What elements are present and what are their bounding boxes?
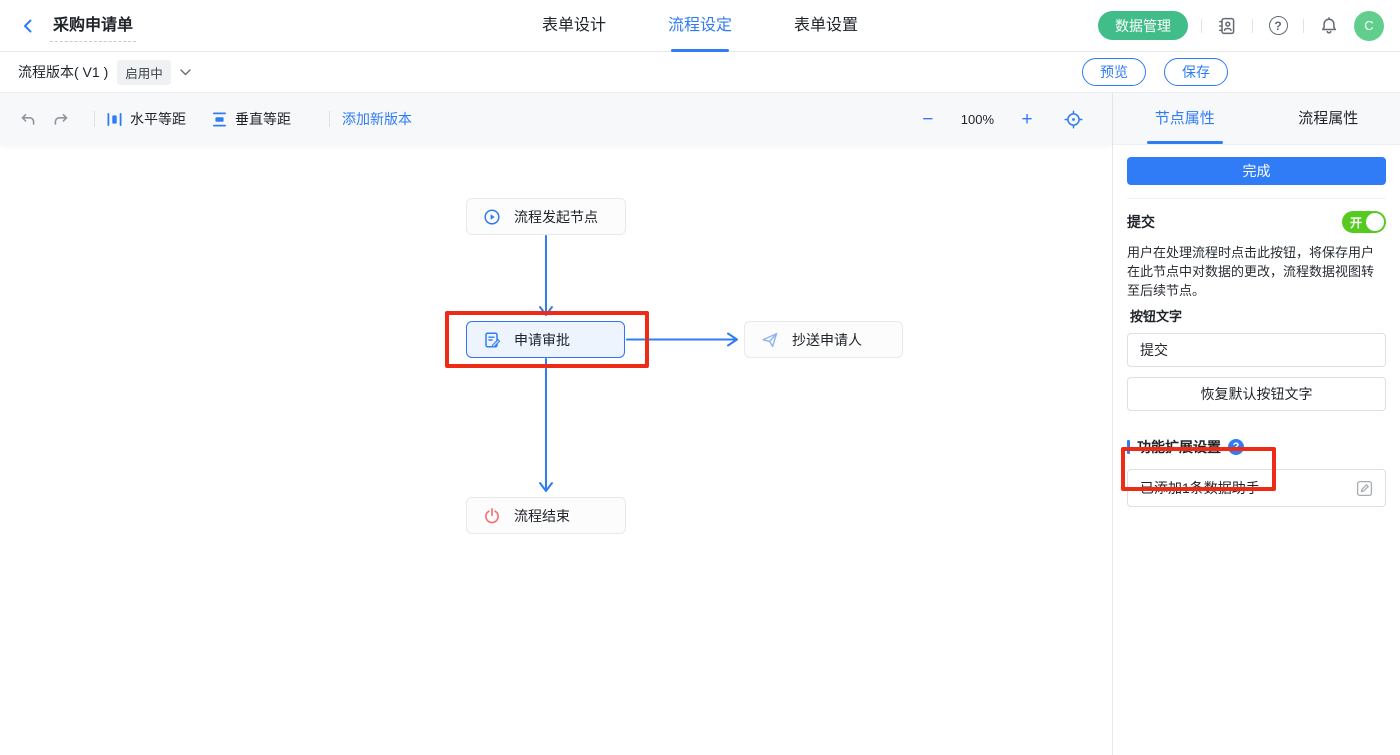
submit-title: 提交 — [1127, 212, 1155, 232]
play-circle-icon — [483, 208, 501, 226]
version-label: 流程版本( V1 ) — [18, 62, 108, 82]
properties-panel: 节点属性 流程属性 完成 提交 开 用户在处理流程时点击此按钮，将保存用户在此节… — [1113, 93, 1400, 755]
page-title[interactable]: 采购申请单 — [50, 9, 136, 42]
top-bar-right: 数据管理 ? C — [1098, 11, 1400, 41]
chevron-left-icon — [20, 18, 36, 34]
horizontal-spacing-button[interactable]: 水平等距 — [107, 109, 186, 129]
canvas-toolbar: 水平等距 垂直等距 添加新版本 − 100% + — [0, 93, 1112, 145]
add-new-version-link[interactable]: 添加新版本 — [342, 109, 412, 129]
data-assistant-text: 已添加1条数据助手 — [1140, 478, 1260, 498]
section-accent-bar — [1127, 440, 1130, 454]
node-label: 流程结束 — [514, 506, 570, 526]
avatar[interactable]: C — [1354, 11, 1384, 41]
zoom-out-button[interactable]: − — [919, 110, 937, 129]
version-bar-actions: 预览 保存 — [1082, 58, 1400, 86]
restore-default-text-button[interactable]: 恢复默认按钮文字 — [1127, 377, 1386, 411]
address-book-icon[interactable] — [1215, 14, 1239, 38]
flow-canvas[interactable]: 流程发起节点 申请审批 抄送申请人 — [0, 145, 1112, 755]
save-button[interactable]: 保存 — [1164, 58, 1228, 86]
node-label: 流程发起节点 — [514, 207, 598, 227]
tab-node-properties[interactable]: 节点属性 — [1113, 93, 1257, 144]
node-cc-applicant[interactable]: 抄送申请人 — [744, 321, 903, 358]
node-flow-end[interactable]: 流程结束 — [466, 497, 626, 534]
submit-toggle[interactable]: 开 — [1342, 211, 1386, 233]
extension-section-title: 功能扩展设置 — [1137, 437, 1221, 457]
flow-connectors — [0, 145, 1113, 755]
divider — [1303, 19, 1304, 33]
data-assistant-row[interactable]: 已添加1条数据助手 — [1127, 469, 1386, 507]
main-tabs: 表单设计 流程设定 表单设置 — [542, 0, 858, 52]
vertical-spacing-button[interactable]: 垂直等距 — [212, 109, 291, 129]
button-text-label: 按钮文字 — [1127, 306, 1386, 325]
paper-plane-icon — [761, 331, 779, 349]
extension-section-header: 功能扩展设置 ? — [1127, 437, 1386, 457]
vertical-spacing-label: 垂直等距 — [235, 109, 291, 129]
tab-form-design[interactable]: 表单设计 — [542, 0, 606, 52]
help-icon[interactable]: ? — [1266, 14, 1290, 38]
top-bar-left: 采购申请单 — [0, 9, 136, 42]
undo-button[interactable] — [14, 106, 40, 132]
done-button[interactable]: 完成 — [1127, 157, 1386, 185]
node-flow-start[interactable]: 流程发起节点 — [466, 198, 626, 235]
chevron-down-icon[interactable] — [180, 69, 191, 76]
node-approval[interactable]: 申请审批 — [466, 321, 625, 358]
power-icon — [483, 507, 501, 525]
panel-tabs: 节点属性 流程属性 — [1113, 93, 1400, 145]
zoom-controls: − 100% + — [919, 106, 1098, 132]
divider — [94, 111, 95, 127]
zoom-level: 100% — [961, 112, 994, 127]
button-text-input[interactable] — [1127, 333, 1386, 367]
tab-flow-properties[interactable]: 流程属性 — [1257, 93, 1400, 144]
horizontal-spacing-label: 水平等距 — [130, 109, 186, 129]
bell-icon[interactable] — [1317, 14, 1341, 38]
flow-canvas-area: 水平等距 垂直等距 添加新版本 − 100% + — [0, 93, 1113, 755]
extension-help-icon[interactable]: ? — [1228, 439, 1244, 455]
tab-flow-setting[interactable]: 流程设定 — [668, 0, 732, 52]
node-label: 申请审批 — [514, 330, 570, 350]
node-label: 抄送申请人 — [792, 330, 862, 350]
horizontal-spacing-icon — [107, 112, 122, 127]
top-bar: 采购申请单 表单设计 流程设定 表单设置 数据管理 ? — [0, 0, 1400, 52]
submit-description: 用户在处理流程时点击此按钮，将保存用户在此节点中对数据的更改，流程数据视图转至后… — [1127, 243, 1386, 300]
divider — [1201, 19, 1202, 33]
locate-center-button[interactable] — [1060, 106, 1086, 132]
back-button[interactable] — [18, 16, 38, 36]
toggle-knob — [1366, 213, 1384, 231]
panel-body: 完成 提交 开 用户在处理流程时点击此按钮，将保存用户在此节点中对数据的更改，流… — [1113, 145, 1400, 507]
submit-setting-row: 提交 开 — [1127, 211, 1386, 233]
edit-icon[interactable] — [1356, 480, 1373, 497]
toggle-on-label: 开 — [1350, 214, 1362, 231]
preview-button[interactable]: 预览 — [1082, 58, 1146, 86]
divider — [1252, 19, 1253, 33]
redo-button[interactable] — [48, 106, 74, 132]
version-bar: 流程版本( V1 ) 启用中 预览 保存 — [0, 52, 1400, 93]
data-manage-button[interactable]: 数据管理 — [1098, 11, 1188, 40]
divider — [1127, 198, 1386, 199]
vertical-spacing-icon — [212, 112, 227, 127]
divider — [329, 111, 330, 127]
tab-form-setting[interactable]: 表单设置 — [794, 0, 858, 52]
zoom-in-button[interactable]: + — [1018, 110, 1036, 129]
status-badge: 启用中 — [117, 60, 171, 85]
document-edit-icon — [483, 331, 501, 349]
